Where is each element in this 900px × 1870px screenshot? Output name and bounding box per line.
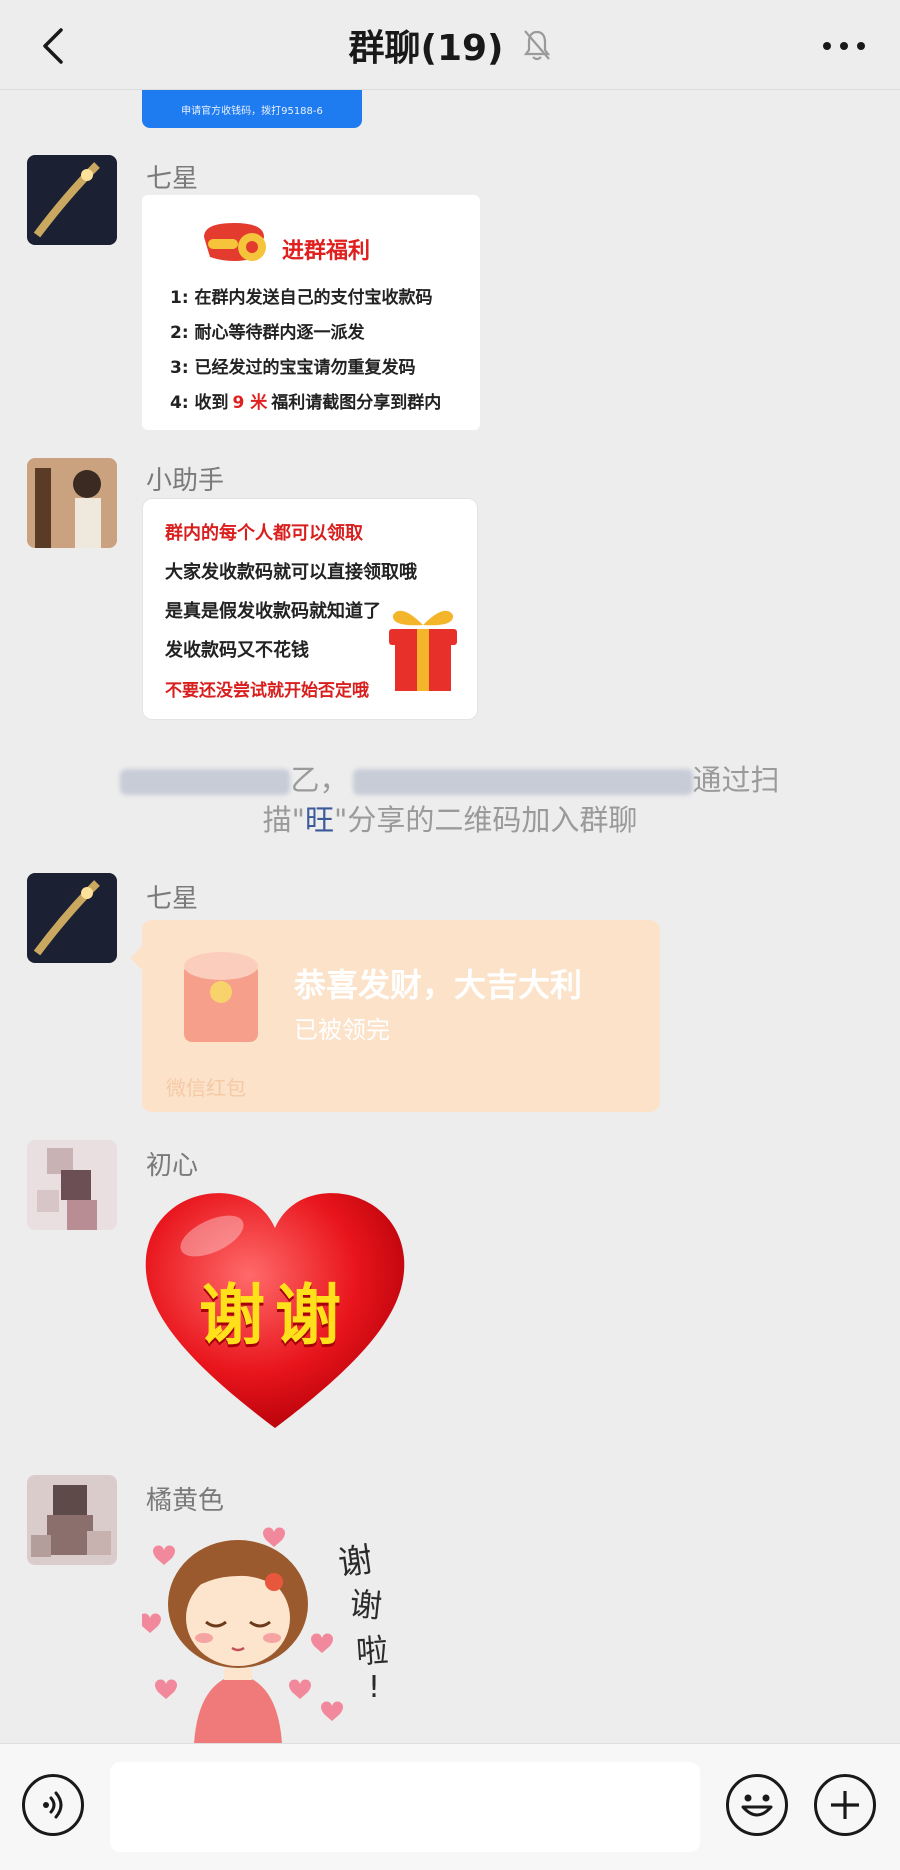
system-message: 乙， 通过扫 描"旺"分享的二维码加入群聊 <box>110 760 790 840</box>
sticker-text: 谢 <box>335 1539 376 1585</box>
red-packet-title: 恭喜发财，大吉大利 <box>294 966 583 1004</box>
bubble-arrow <box>130 946 142 970</box>
message-input[interactable] <box>110 1762 700 1852</box>
avatar[interactable] <box>27 1475 117 1565</box>
sticker-text: 谢谢 <box>199 1277 351 1354</box>
welfare-line: 1: 在群内发送自己的支付宝收款码 <box>170 288 433 308</box>
banner-text: 申请官方收钱码，拨打95188-6 <box>181 105 323 117</box>
sender-name: 七星 <box>146 884 199 914</box>
chat-screen: 群聊(19) 申请官方收钱码，拨打95188-6 七星 进群福利 1: 在群内发… <box>0 0 900 1870</box>
heart-sticker[interactable]: 谢谢 <box>142 1188 408 1433</box>
sticker-text: 啦 <box>354 1630 390 1672</box>
emoji-icon <box>741 1794 773 1817</box>
back-button[interactable] <box>24 18 80 74</box>
notice-line: 是真是假发收款码就知道了 <box>165 601 381 622</box>
bell-off-icon <box>523 29 550 60</box>
inviter-name[interactable]: 旺 <box>305 803 334 837</box>
emoji-button[interactable] <box>726 1774 788 1836</box>
red-packet-footer: 微信红包 <box>166 1076 246 1100</box>
welfare-line-suffix: 福利请截图分享到群内 <box>271 393 442 413</box>
red-packet-icon <box>184 952 258 1042</box>
sticker-text: ! <box>368 1670 381 1705</box>
system-text: 乙， <box>290 763 349 797</box>
more-horizontal-icon <box>823 42 865 50</box>
red-packet-message[interactable]: 恭喜发财，大吉大利 已被领完 微信红包 <box>130 920 660 1112</box>
blurred-names <box>352 769 693 795</box>
welfare-image-card[interactable]: 进群福利 1: 在群内发送自己的支付宝收款码 2: 耐心等待群内逐一派发 3: … <box>142 195 480 430</box>
notice-line: 发收款码又不花钱 <box>165 640 309 661</box>
sender-name: 初心 <box>146 1151 199 1181</box>
chevron-left-icon <box>43 28 63 64</box>
plus-button[interactable] <box>814 1774 876 1836</box>
notice-line: 大家发收款码就可以直接领取哦 <box>165 562 417 583</box>
voice-button[interactable] <box>22 1774 84 1836</box>
sender-name: 橘黄色 <box>146 1486 225 1516</box>
red-envelope-icon <box>204 223 266 261</box>
welfare-line-prefix: 4: 收到 <box>170 393 229 413</box>
page-title: 群聊(19) <box>348 27 504 69</box>
notice-line: 群内的每个人都可以领取 <box>165 523 363 544</box>
avatar[interactable] <box>27 155 117 245</box>
message-composer <box>0 1743 900 1870</box>
more-button[interactable] <box>812 18 876 74</box>
notice-image-card[interactable]: 群内的每个人都可以领取 大家发收款码就可以直接领取哦 是真是假发收款码就知道了 … <box>142 498 478 720</box>
blurred-name <box>120 769 291 795</box>
avatar[interactable] <box>27 873 117 963</box>
welfare-line-4: 4: 收到 9 米福利请截图分享到群内 <box>170 388 441 413</box>
system-text: "分享的二维码加入群聊 <box>334 803 638 837</box>
voice-icon <box>43 1791 63 1819</box>
welfare-line: 3: 已经发过的宝宝请勿重复发码 <box>170 358 416 378</box>
gift-box-icon <box>389 610 457 691</box>
header-bar: 群聊(19) <box>0 0 900 90</box>
system-text: 描" <box>262 803 305 837</box>
welfare-amount: 9 米 <box>232 393 268 413</box>
sender-name: 七星 <box>146 164 199 194</box>
notice-line: 不要还没尝试就开始否定哦 <box>165 681 369 701</box>
thanks-girl-sticker[interactable]: 谢 谢 啦 ! <box>142 1518 422 1743</box>
previous-message-banner[interactable]: 申请官方收钱码，拨打95188-6 <box>142 90 362 128</box>
plus-icon <box>831 1791 859 1819</box>
sender-name: 小助手 <box>146 466 225 496</box>
welfare-line: 2: 耐心等待群内逐一派发 <box>170 323 365 343</box>
system-text: 通过扫 <box>692 763 780 797</box>
avatar[interactable] <box>27 458 117 548</box>
welfare-title: 进群福利 <box>282 239 371 264</box>
sticker-text: 谢 <box>347 1584 384 1626</box>
red-packet-status: 已被领完 <box>294 1016 390 1044</box>
avatar[interactable] <box>27 1140 117 1230</box>
